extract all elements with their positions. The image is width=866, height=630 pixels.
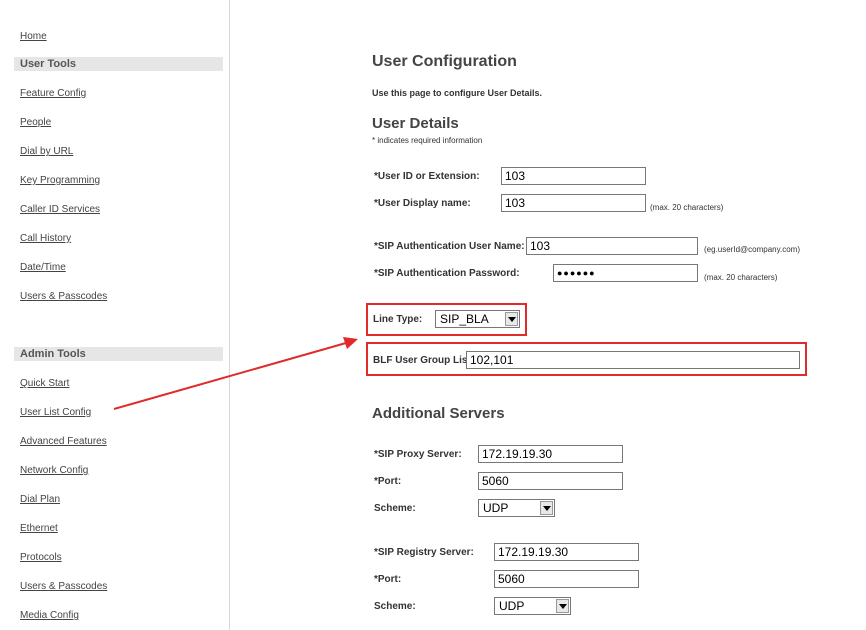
- nav-users-passcodes[interactable]: Users & Passcodes: [20, 291, 107, 302]
- nav-dial-by-url[interactable]: Dial by URL: [20, 146, 73, 157]
- proxy-server-label: *SIP Proxy Server:: [374, 449, 462, 460]
- nav-media-config[interactable]: Media Config: [20, 610, 79, 621]
- chevron-down-icon: [505, 312, 518, 326]
- sip-auth-pass-label: *SIP Authentication Password:: [374, 268, 520, 279]
- nav-feature-config[interactable]: Feature Config: [20, 88, 86, 99]
- registry-port-label: *Port:: [374, 574, 402, 585]
- proxy-scheme-label: Scheme:: [374, 503, 416, 514]
- page-description: Use this page to configure User Details.: [372, 88, 543, 98]
- registry-scheme-value: UDP: [499, 599, 525, 613]
- required-note: * indicates required information: [372, 136, 483, 145]
- nav-network-config[interactable]: Network Config: [20, 465, 88, 476]
- proxy-scheme-select[interactable]: UDP: [478, 499, 555, 517]
- line-type-value: SIP_BLA: [440, 312, 489, 326]
- nav-advanced-features[interactable]: Advanced Features: [20, 436, 107, 447]
- chevron-down-icon: [556, 599, 569, 613]
- arrow-head: [343, 337, 358, 349]
- sip-auth-user-label: *SIP Authentication User Name:: [374, 241, 525, 252]
- line-type-select[interactable]: SIP_BLA: [435, 310, 520, 328]
- nav-protocols[interactable]: Protocols: [20, 552, 62, 563]
- user-id-label: *User ID or Extension:: [374, 171, 480, 182]
- nav-admin-users-passcodes[interactable]: Users & Passcodes: [20, 581, 107, 592]
- display-name-label: *User Display name:: [374, 198, 471, 209]
- nav-quick-start[interactable]: Quick Start: [20, 378, 69, 389]
- registry-server-label: *SIP Registry Server:: [374, 547, 474, 558]
- registry-scheme-label: Scheme:: [374, 601, 416, 612]
- nav-user-list-config[interactable]: User List Config: [20, 407, 91, 418]
- nav-ethernet[interactable]: Ethernet: [20, 523, 58, 534]
- proxy-port-field[interactable]: 5060: [478, 472, 623, 490]
- nav-date-time[interactable]: Date/Time: [20, 262, 66, 273]
- proxy-server-field[interactable]: 172.19.19.30: [478, 445, 623, 463]
- blf-label: BLF User Group List:: [373, 355, 475, 366]
- registry-port-field[interactable]: 5060: [494, 570, 639, 588]
- proxy-port-label: *Port:: [374, 476, 402, 487]
- page-title: User Configuration: [372, 53, 517, 70]
- display-name-hint: (max. 20 characters): [650, 203, 724, 212]
- sip-auth-pass-hint: (max. 20 characters): [704, 273, 778, 282]
- sidebar: Home User Tools Feature Config People Di…: [0, 0, 230, 630]
- nav-call-history[interactable]: Call History: [20, 233, 71, 244]
- sip-auth-pass-field[interactable]: ●●●●●●: [553, 264, 698, 282]
- nav-home[interactable]: Home: [20, 31, 47, 42]
- chevron-down-icon: [540, 501, 553, 515]
- admin-tools-heading: Admin Tools: [14, 347, 223, 361]
- nav-key-programming[interactable]: Key Programming: [20, 175, 100, 186]
- user-details-heading: User Details: [372, 115, 459, 132]
- nav-people[interactable]: People: [20, 117, 51, 128]
- registry-scheme-select[interactable]: UDP: [494, 597, 571, 615]
- nav-caller-id-services[interactable]: Caller ID Services: [20, 204, 100, 215]
- user-tools-heading: User Tools: [14, 57, 223, 71]
- display-name-field[interactable]: 103: [501, 194, 646, 212]
- line-type-label: Line Type:: [373, 314, 423, 325]
- sip-auth-user-field[interactable]: 103: [526, 237, 698, 255]
- nav-dial-plan[interactable]: Dial Plan: [20, 494, 60, 505]
- registry-server-field[interactable]: 172.19.19.30: [494, 543, 639, 561]
- user-id-field[interactable]: 103: [501, 167, 646, 185]
- blf-field[interactable]: 102,101: [466, 351, 800, 369]
- additional-servers-heading: Additional Servers: [372, 405, 505, 422]
- proxy-scheme-value: UDP: [483, 501, 509, 515]
- sip-auth-user-hint: (eg.userId@company.com): [704, 245, 801, 254]
